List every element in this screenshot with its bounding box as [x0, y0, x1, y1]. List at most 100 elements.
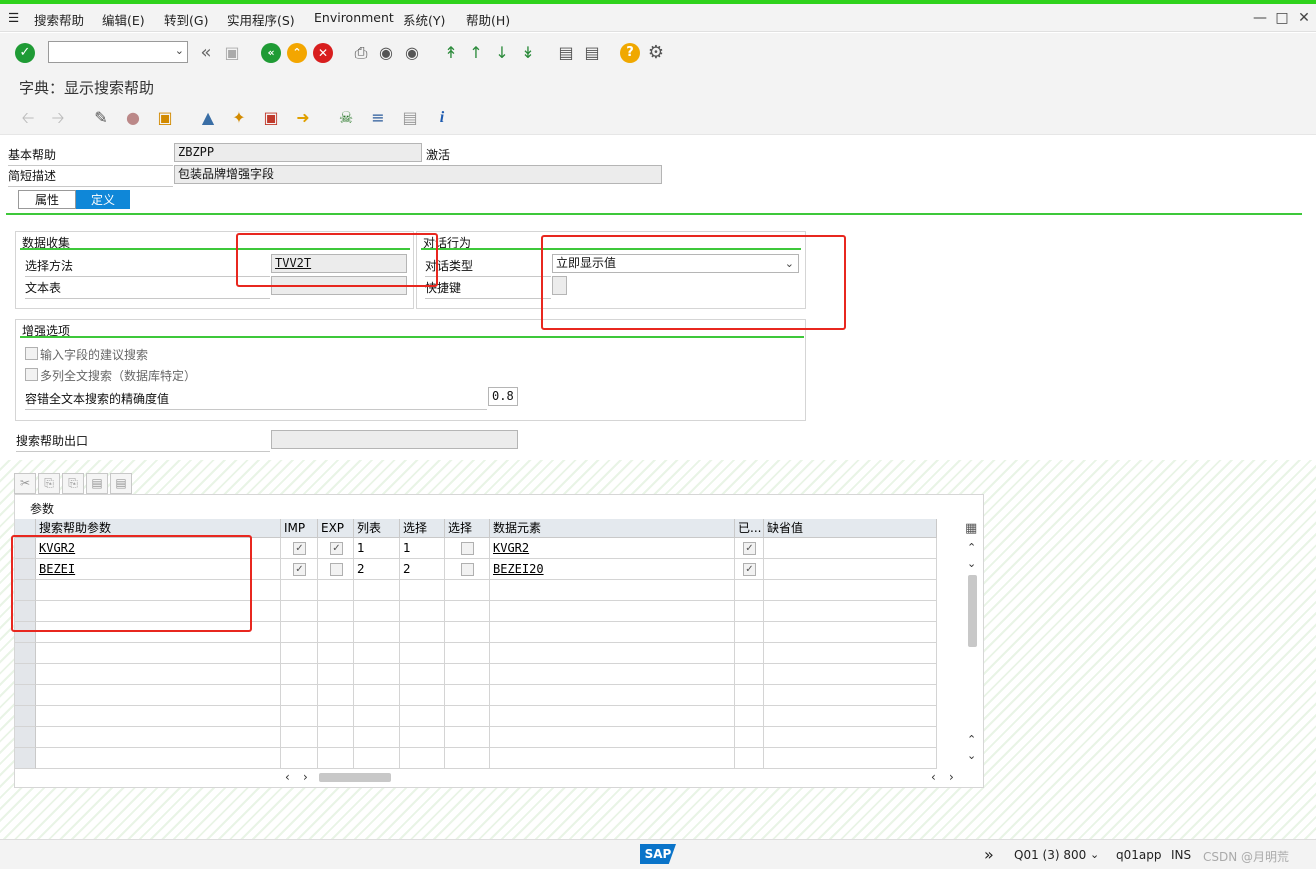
cell-mod[interactable]: ✓: [735, 559, 764, 580]
info-icon[interactable]: i: [432, 108, 452, 128]
cell-lpos[interactable]: 2: [354, 559, 400, 580]
row-selector[interactable]: [15, 727, 36, 748]
cell-default[interactable]: [764, 706, 937, 727]
menu-goto[interactable]: 转到(G): [164, 10, 208, 29]
cell-element[interactable]: [490, 664, 735, 685]
cell-spos[interactable]: 2: [400, 559, 445, 580]
cell-mod[interactable]: [735, 685, 764, 706]
cell-mod[interactable]: [735, 706, 764, 727]
navigation-icon[interactable]: ≡: [368, 108, 388, 128]
cell-mod[interactable]: [735, 748, 764, 769]
cell-default[interactable]: [764, 601, 937, 622]
cell-mod[interactable]: [735, 622, 764, 643]
cell-default[interactable]: [764, 664, 937, 685]
cell-sdis[interactable]: [445, 706, 490, 727]
cell-lpos[interactable]: 1: [354, 538, 400, 559]
cell-lpos[interactable]: [354, 685, 400, 706]
row-selector[interactable]: [15, 643, 36, 664]
scroll-down-bottom-icon[interactable]: ⌄: [967, 749, 976, 762]
scroll-right-icon[interactable]: ›: [303, 770, 308, 784]
cell-element[interactable]: [490, 727, 735, 748]
cell-exp[interactable]: [318, 685, 354, 706]
cell-imp[interactable]: ✓: [281, 538, 318, 559]
cell-imp[interactable]: [281, 622, 318, 643]
cell-mod[interactable]: [735, 601, 764, 622]
cell-element[interactable]: [490, 643, 735, 664]
test-icon[interactable]: ▣: [261, 108, 281, 128]
checkbox-sdis[interactable]: [461, 563, 474, 576]
nav-back-icon[interactable]: «: [261, 43, 281, 63]
cell-default[interactable]: [764, 538, 937, 559]
cell-exp[interactable]: [318, 643, 354, 664]
command-field[interactable]: ⌄: [48, 41, 188, 63]
col-default[interactable]: 缺省值: [764, 519, 937, 538]
col-element[interactable]: 数据元素: [490, 519, 735, 538]
col-spos[interactable]: 选择: [400, 519, 445, 538]
cancel-icon[interactable]: ✕: [313, 43, 333, 63]
display-change-icon[interactable]: ✎: [91, 108, 111, 128]
exit-field[interactable]: [271, 430, 518, 449]
scroll-up-bottom-icon[interactable]: ⌃: [967, 733, 976, 746]
activate-icon[interactable]: ▣: [155, 108, 175, 128]
cell-element[interactable]: KVGR2: [490, 538, 735, 559]
cell-default[interactable]: [764, 685, 937, 706]
cell-mod[interactable]: [735, 664, 764, 685]
last-page-icon[interactable]: ↡: [518, 43, 538, 63]
cell-lpos[interactable]: [354, 706, 400, 727]
cell-exp[interactable]: ✓: [318, 538, 354, 559]
short-desc-field[interactable]: 包装品牌增强字段: [174, 165, 662, 184]
cell-exp[interactable]: [318, 664, 354, 685]
table-row[interactable]: [15, 664, 937, 685]
cell-sdis[interactable]: [445, 685, 490, 706]
cell-element[interactable]: [490, 601, 735, 622]
checkbox-imp[interactable]: ✓: [293, 563, 306, 576]
cell-sdis[interactable]: [445, 727, 490, 748]
table-row[interactable]: [15, 643, 937, 664]
other-object-icon[interactable]: ●: [123, 108, 143, 128]
scroll-right-end-icon[interactable]: ›: [949, 770, 954, 784]
cell-lpos[interactable]: [354, 664, 400, 685]
cell-spos[interactable]: [400, 601, 445, 622]
next-page-icon[interactable]: ↓: [492, 43, 512, 63]
cell-param[interactable]: [36, 685, 281, 706]
help-icon[interactable]: ?: [620, 43, 640, 63]
cell-imp[interactable]: [281, 601, 318, 622]
expand-status-icon[interactable]: »: [984, 845, 994, 864]
cell-default[interactable]: [764, 748, 937, 769]
cell-default[interactable]: [764, 727, 937, 748]
maximize-icon[interactable]: □: [1272, 9, 1292, 27]
tab-attributes[interactable]: 属性: [18, 190, 76, 209]
cell-exp[interactable]: [318, 727, 354, 748]
col-mod[interactable]: 已...: [735, 519, 764, 538]
cell-lpos[interactable]: [354, 643, 400, 664]
col-imp[interactable]: IMP: [281, 519, 318, 538]
find-icon[interactable]: ◉: [376, 43, 396, 63]
cell-default[interactable]: [764, 622, 937, 643]
cell-imp[interactable]: [281, 685, 318, 706]
menu-edit[interactable]: 编辑(E): [102, 10, 145, 29]
cell-imp[interactable]: [281, 664, 318, 685]
checkbox-imp[interactable]: ✓: [293, 542, 306, 555]
first-page-icon[interactable]: ↟: [441, 43, 461, 63]
cell-param[interactable]: [36, 706, 281, 727]
row-selector[interactable]: [15, 706, 36, 727]
cell-exp[interactable]: [318, 580, 354, 601]
cell-element[interactable]: [490, 706, 735, 727]
table-row[interactable]: [15, 706, 937, 727]
menu-search-help[interactable]: 搜索帮助: [34, 10, 84, 29]
proposal-search-checkbox[interactable]: [25, 347, 38, 360]
checkbox-exp[interactable]: ✓: [330, 542, 343, 555]
cell-element[interactable]: [490, 622, 735, 643]
back-icon[interactable]: «: [196, 43, 216, 63]
cell-sdis[interactable]: [445, 643, 490, 664]
chevron-down-icon[interactable]: ⌄: [1090, 848, 1099, 861]
col-exp[interactable]: EXP: [318, 519, 354, 538]
col-sdis[interactable]: 选择: [445, 519, 490, 538]
shortcut-icon[interactable]: ▤: [582, 43, 602, 63]
scroll-down-icon[interactable]: ⌄: [967, 557, 976, 570]
cell-sdis[interactable]: [445, 580, 490, 601]
scroll-left-icon[interactable]: ‹: [285, 770, 290, 784]
cell-default[interactable]: [764, 580, 937, 601]
cell-lpos[interactable]: [354, 748, 400, 769]
cell-exp[interactable]: [318, 559, 354, 580]
